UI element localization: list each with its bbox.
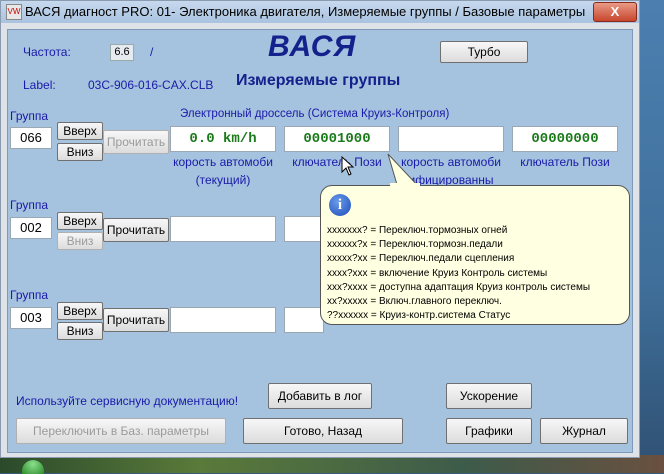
- column-subheader: (текущий): [195, 173, 251, 187]
- info-icon: i: [329, 194, 351, 216]
- read-button[interactable]: Прочитать: [103, 130, 169, 154]
- done-back-button[interactable]: Готово, Назад: [243, 418, 403, 444]
- value-field: [170, 216, 276, 242]
- column-header: корость автомоби: [173, 155, 273, 169]
- group-down-button[interactable]: Вниз: [57, 143, 103, 161]
- tooltip-text: xxxxxxx? = Переключ.тормозных огней xxxx…: [327, 224, 590, 323]
- acceleration-button[interactable]: Ускорение: [446, 383, 532, 409]
- tooltip-line: xx?xxxxx = Включ.главного переключ.: [327, 296, 502, 308]
- page-subtitle: Измеряемые группы: [236, 72, 401, 89]
- window-title: ВАСЯ диагност PRO: 01- Электроника двига…: [25, 4, 586, 19]
- vw-icon: VW: [6, 4, 22, 20]
- label-label: Label:: [23, 78, 56, 92]
- column-header: ключатель Пози: [520, 155, 610, 169]
- close-button[interactable]: X: [593, 2, 637, 22]
- group-label: Группа: [10, 109, 49, 123]
- tooltip-balloon: i xxxxxxx? = Переключ.тормозных огней xx…: [320, 185, 630, 325]
- group-caption: Электронный дроссель (Система Круиз-Конт…: [180, 108, 450, 120]
- read-button[interactable]: Прочитать: [103, 218, 169, 242]
- tooltip-line: xxx?xxxx = доступна адаптация Круиз конт…: [327, 281, 591, 293]
- tooltip-line: xxxxxxx? = Переключ.тормозных огней: [327, 225, 508, 236]
- title-bar: VW ВАСЯ диагност PRO: 01- Электроника дв…: [1, 1, 639, 23]
- value-field-switch: 00001000: [284, 126, 390, 152]
- group-up-button[interactable]: Вверх: [57, 212, 103, 230]
- tooltip-line: xxxx?xxx = включение Круиз Контроль сист…: [327, 267, 548, 279]
- group-label: Группа: [10, 198, 49, 212]
- mouse-cursor-icon: [341, 156, 355, 176]
- read-button[interactable]: Прочитать: [103, 308, 169, 332]
- tooltip-line: xxxxx?xx = Переключ.педали сцепления: [327, 253, 515, 265]
- add-log-button[interactable]: Добавить в лог: [268, 383, 372, 409]
- group-number-input[interactable]: 003: [10, 307, 52, 329]
- group-down-button[interactable]: Вниз: [57, 232, 103, 250]
- service-doc-notice: Используйте сервисную документацию!: [16, 394, 239, 408]
- turbo-button[interactable]: Турбо: [440, 41, 528, 63]
- value-field: [284, 307, 324, 333]
- graphics-button[interactable]: Графики: [446, 418, 532, 444]
- group-up-button[interactable]: Вверх: [57, 122, 103, 140]
- journal-button[interactable]: Журнал: [540, 418, 628, 444]
- group-number-input[interactable]: 002: [10, 217, 52, 239]
- value-field-speed-modified: [398, 126, 504, 152]
- value-field-switch-2: 00000000: [512, 126, 618, 152]
- group-number-input[interactable]: 066: [10, 127, 52, 149]
- tooltip-line: ??xxxxxx = Круиз-контр.система Статус: [327, 310, 511, 322]
- tooltip-line: xxxxxx?x = Переключ.тормозн.педали: [327, 239, 503, 251]
- column-header: ключатель Пози: [292, 155, 382, 169]
- group-down-button[interactable]: Вниз: [57, 322, 103, 340]
- frequency-label: Частота:: [23, 45, 71, 59]
- group-up-button[interactable]: Вверх: [57, 302, 103, 320]
- frequency-separator: /: [150, 45, 154, 59]
- switch-basic-params-button[interactable]: Переключить в Баз. параметры: [16, 418, 226, 444]
- value-field: [170, 307, 276, 333]
- group-label: Группа: [10, 288, 49, 302]
- value-field-speed: 0.0 km/h: [170, 126, 276, 152]
- brand-logo: ВАСЯ: [268, 30, 357, 63]
- label-value: 03C-906-016-CAX.CLB: [88, 78, 214, 92]
- tooltip-pointer-join: [390, 183, 420, 187]
- frequency-value: 6.6: [110, 44, 134, 61]
